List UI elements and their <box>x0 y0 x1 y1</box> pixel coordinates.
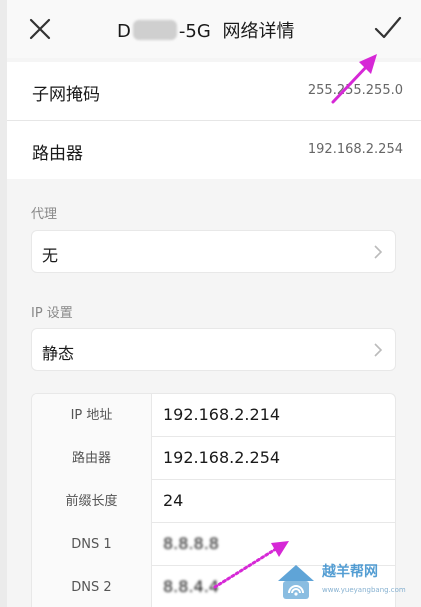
proxy-section-label: 代理 <box>31 207 58 222</box>
gateway-input[interactable]: 192.168.2.254 <box>163 448 280 467</box>
watermark: 越羊帮网 www.yueyangbang.com <box>270 557 421 607</box>
ip-address-input[interactable]: 192.168.2.214 <box>163 405 280 424</box>
info-row-subnet-mask: 子网掩码 255.255.255.0 <box>7 62 421 120</box>
dns2-input[interactable]: 8.8.4.4 <box>163 577 219 596</box>
top-bar: D -5G 网络详情 <box>7 0 421 58</box>
close-button[interactable] <box>25 14 55 44</box>
watermark-url: www.yueyangbang.com <box>322 586 406 594</box>
left-edge-strip <box>0 0 7 607</box>
watermark-title: 越羊帮网 <box>322 564 378 580</box>
info-row-label: 子网掩码 <box>32 85 100 105</box>
info-row-router: 路由器 192.168.2.254 <box>7 121 421 179</box>
confirm-button[interactable] <box>371 12 405 44</box>
prefix-length-row[interactable]: 前缀长度 24 <box>32 480 395 523</box>
proxy-select[interactable]: 无 <box>31 230 396 273</box>
chevron-right-icon <box>374 245 383 259</box>
ip-row-key: DNS 2 <box>32 566 152 607</box>
gateway-row[interactable]: 路由器 192.168.2.254 <box>32 437 395 480</box>
house-logo-icon <box>278 565 314 599</box>
title-prefix: D <box>117 21 131 42</box>
ip-row-key: 路由器 <box>32 437 152 480</box>
ip-row-key: 前缀长度 <box>32 480 152 523</box>
title-main: 网络详情 <box>222 21 295 42</box>
page-title: D -5G 网络详情 <box>117 17 295 43</box>
ip-settings-value: 静态 <box>42 344 75 363</box>
ip-settings-select[interactable]: 静态 <box>31 328 396 371</box>
info-row-value: 255.255.255.0 <box>307 83 403 98</box>
close-icon <box>29 18 51 40</box>
chevron-right-icon <box>374 343 383 357</box>
ip-row-key: IP 地址 <box>32 394 152 437</box>
title-suffix: -5G <box>178 21 211 42</box>
ip-settings-section-label: IP 设置 <box>31 306 73 321</box>
proxy-value: 无 <box>42 246 59 265</box>
check-icon <box>374 16 402 39</box>
info-row-value: 192.168.2.254 <box>307 142 403 157</box>
info-row-label: 路由器 <box>32 144 83 164</box>
ip-address-row[interactable]: IP 地址 192.168.2.214 <box>32 394 395 437</box>
title-redaction <box>132 20 177 40</box>
prefix-length-input[interactable]: 24 <box>163 491 183 510</box>
ip-row-key: DNS 1 <box>32 523 152 566</box>
dns1-input[interactable]: 8.8.8.8 <box>163 534 219 553</box>
